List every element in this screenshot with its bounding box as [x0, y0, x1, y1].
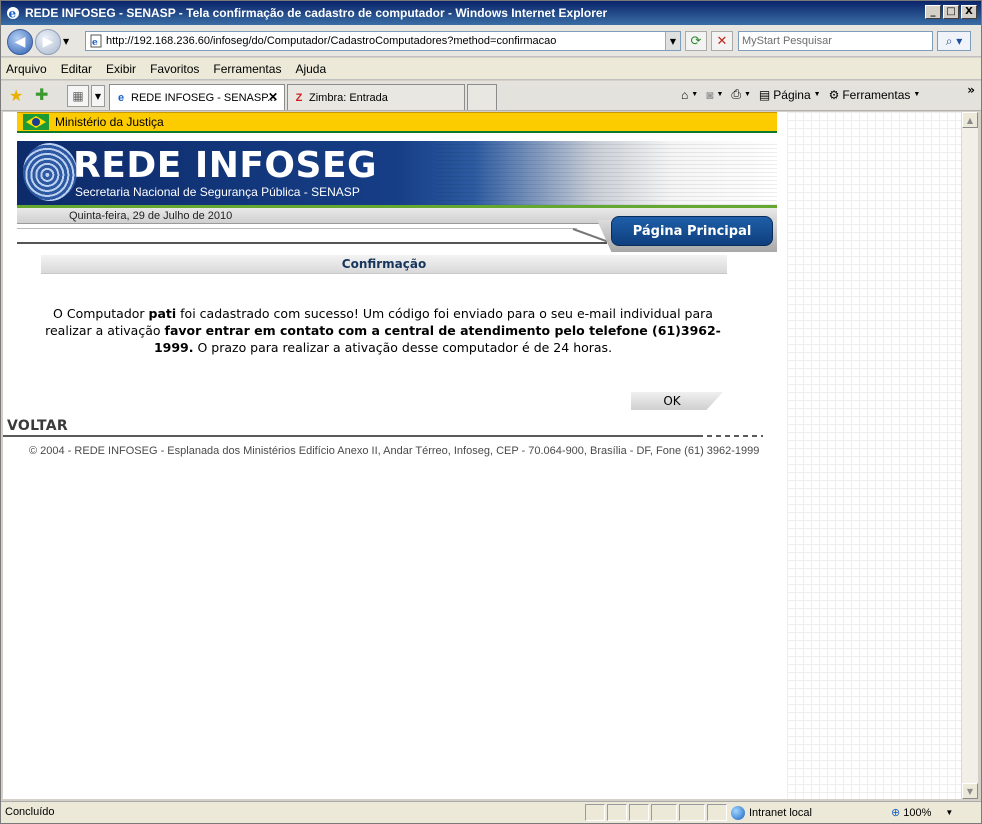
zoom-level: 100%	[903, 806, 932, 819]
stop-icon: ✕	[716, 33, 728, 49]
printer-icon: ⎙	[731, 87, 741, 101]
search-button[interactable]: ⌕ ▾	[937, 31, 971, 51]
zimbra-icon: Z	[295, 91, 303, 104]
tab-label: Zimbra: Entrada	[309, 91, 388, 104]
msg-text-1: O Computador	[53, 306, 149, 321]
menu-bar: Arquivo Editar Exibir Favoritos Ferramen…	[1, 58, 981, 80]
home-page-button[interactable]: Página Principal	[611, 216, 773, 246]
close-window-button[interactable]: X	[961, 5, 977, 19]
menu-ferramentas[interactable]: Ferramentas	[213, 62, 281, 76]
ministry-bar: Ministério da Justiça	[17, 112, 777, 133]
refresh-icon: ⟳	[690, 33, 702, 49]
menu-favoritos[interactable]: Favoritos	[150, 62, 199, 76]
back-arrow-icon: ◀	[14, 34, 26, 50]
tab-bar: ★ ✚ ▦ ▼ e REDE INFOSEG - SENASP... ✕ Z Z…	[1, 81, 981, 111]
ok-button[interactable]: OK	[631, 392, 723, 410]
back-link[interactable]: VOLTAR	[7, 418, 68, 434]
url-text[interactable]: http://192.168.236.60/infoseg/do/Computa…	[106, 35, 665, 47]
section-title: Confirmação	[341, 257, 427, 271]
recent-pages-dropdown[interactable]: ▼	[63, 37, 69, 46]
minimize-button[interactable]: _	[925, 5, 941, 19]
site-subtitle: Secretaria Nacional de Segurança Pública…	[75, 185, 360, 199]
copyright-text: © 2004 - REDE INFOSEG - Esplanada dos Mi…	[29, 445, 760, 457]
tab-label: REDE INFOSEG - SENASP...	[131, 91, 277, 104]
site-container: Ministério da Justiça REDE INFOSEG Secre…	[17, 112, 777, 252]
back-button[interactable]: ◀	[7, 29, 33, 55]
menu-arquivo[interactable]: Arquivo	[6, 62, 47, 76]
favorites-star-icon[interactable]: ★	[9, 86, 23, 105]
add-favorite-icon[interactable]: ✚	[35, 85, 48, 104]
more-commands-chevron-icon[interactable]: »	[967, 83, 975, 97]
msg-text-3: O prazo para realizar a ativação desse c…	[193, 340, 613, 355]
search-input[interactable]: MyStart Pesquisar	[738, 31, 933, 51]
site-logo: REDE INFOSEG	[73, 145, 378, 186]
page-menu[interactable]: ▤ Página ▼	[759, 88, 821, 102]
menu-editar[interactable]: Editar	[61, 62, 92, 76]
tab-zimbra[interactable]: Z Zimbra: Entrada	[287, 84, 465, 110]
menu-ajuda[interactable]: Ajuda	[295, 62, 326, 76]
search-placeholder: MyStart Pesquisar	[742, 35, 832, 47]
command-bar: ⌂ ▼ ◙ ▼ ⎙ ▼ ▤ Página ▼ ⚙ Ferramentas ▼	[681, 87, 928, 102]
quick-tabs-button[interactable]: ▦	[67, 85, 89, 107]
print-button[interactable]: ⎙ ▼	[731, 87, 751, 102]
svg-text:e: e	[92, 38, 98, 48]
footer-divider	[3, 435, 703, 437]
scroll-down-arrow-icon[interactable]: ▼	[962, 783, 978, 799]
address-bar[interactable]: e http://192.168.236.60/infoseg/do/Compu…	[85, 31, 681, 51]
tab-list-dropdown[interactable]: ▼	[91, 85, 105, 107]
gear-icon: ⚙	[828, 87, 840, 102]
page-menu-icon: ▤	[758, 87, 771, 102]
nav-shelf: Página Principal	[17, 216, 777, 252]
zoom-icon: ⊕	[891, 807, 901, 819]
home-icon: ⌂	[681, 87, 689, 102]
zoom-control[interactable]: ⊕ 100% ▼	[891, 806, 954, 820]
current-date: Quinta-feira, 29 de Julho de 2010	[69, 210, 233, 222]
address-row: ◀ ▶ ▼ e http://192.168.236.60/infoseg/do…	[1, 25, 981, 57]
close-tab-icon[interactable]: ✕	[268, 90, 278, 104]
window-title: REDE INFOSEG - SENASP - Tela confirmação…	[25, 6, 608, 20]
brazil-flag-icon	[23, 114, 49, 130]
tab-rede-infoseg[interactable]: e REDE INFOSEG - SENASP... ✕	[109, 84, 285, 110]
page-menu-label: Página	[773, 87, 811, 102]
computer-name: pati	[148, 306, 177, 321]
feeds-button[interactable]: ◙ ▼	[706, 88, 723, 102]
tools-menu-label: Ferramentas	[842, 87, 911, 102]
vertical-scrollbar[interactable]: ▲ ▼	[961, 112, 978, 799]
status-bar: Concluído Intranet local ⊕ 100% ▼	[1, 801, 981, 823]
ie-page-icon: e	[117, 91, 125, 104]
search-icon: ⌕ ▾	[945, 33, 963, 48]
ministry-name: Ministério da Justiça	[55, 115, 164, 129]
ie-logo-icon: e	[7, 7, 19, 21]
forward-button[interactable]: ▶	[35, 29, 61, 55]
section-header: Confirmação	[41, 255, 727, 274]
new-tab-button[interactable]	[467, 84, 497, 110]
security-zone[interactable]: Intranet local	[731, 806, 812, 820]
tools-menu[interactable]: ⚙ Ferramentas ▼	[829, 88, 921, 102]
page-icon: e	[90, 34, 102, 48]
scroll-up-arrow-icon[interactable]: ▲	[962, 112, 978, 128]
quick-tabs-icon: ▦	[72, 89, 84, 103]
fingerprint-logo-icon	[23, 143, 77, 201]
zone-label: Intranet local	[749, 807, 812, 819]
intranet-globe-icon	[731, 806, 745, 820]
page-viewport: Ministério da Justiça REDE INFOSEG Secre…	[3, 112, 961, 799]
page-background-grid	[787, 112, 961, 799]
confirmation-message: O Computador pati foi cadastrado com suc…	[45, 305, 721, 356]
status-text: Concluído	[5, 806, 55, 818]
maximize-button[interactable]: □	[943, 5, 959, 19]
stop-button[interactable]: ✕	[711, 31, 733, 51]
menu-exibir[interactable]: Exibir	[106, 62, 136, 76]
home-button[interactable]: ⌂ ▼	[681, 88, 698, 102]
address-dropdown[interactable]: ▼	[665, 32, 680, 50]
title-bar: e REDE INFOSEG - SENASP - Tela confirmaç…	[1, 1, 981, 25]
site-banner: REDE INFOSEG Secretaria Nacional de Segu…	[17, 141, 777, 205]
zoom-dropdown-icon: ▼	[945, 808, 954, 817]
refresh-button[interactable]: ⟳	[685, 31, 707, 51]
rss-icon: ◙	[706, 87, 714, 102]
svg-text:e: e	[9, 7, 17, 21]
browser-window: e REDE INFOSEG - SENASP - Tela confirmaç…	[0, 0, 982, 824]
forward-arrow-icon: ▶	[42, 34, 54, 50]
